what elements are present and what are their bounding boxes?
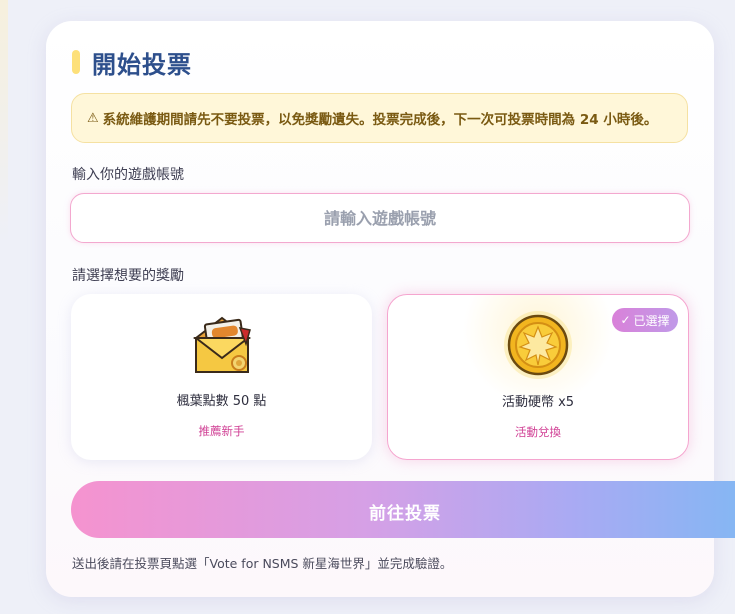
title-accent-bar [72, 50, 80, 74]
account-input[interactable] [70, 193, 690, 243]
warning-icon: ⚠ [87, 110, 99, 126]
event-coin-icon [504, 311, 572, 379]
page-title: 開始投票 [72, 46, 192, 79]
reward-option-maple-points[interactable]: 楓葉點數 50 點 推薦新手 [71, 294, 372, 460]
page-title-text: 開始投票 [92, 50, 192, 79]
footnote: 送出後請在投票頁點選「Vote for NSMS 新星海世界」並完成驗證。 [72, 556, 453, 571]
warning-banner: ⚠ 系統維護期間請先不要投票，以免獎勵遺失。投票完成後，下一次可投票時間為 24… [71, 93, 688, 143]
maple-points-envelope-icon [192, 316, 251, 373]
reward-name: 楓葉點數 50 點 [176, 394, 267, 409]
reward-label: 請選擇想要的獎勵 [72, 268, 184, 284]
vote-button-label: 前往投票 [369, 504, 441, 524]
warning-text: 系統維護期間請先不要投票，以免獎勵遺失。投票完成後，下一次可投票時間為 24 小… [102, 112, 658, 128]
selected-badge-label: 已選擇 [633, 313, 670, 328]
reward-name: 活動硬幣 x5 [501, 395, 575, 410]
account-label: 輸入你的遊戲帳號 [72, 167, 184, 183]
check-icon: ✓ [620, 313, 631, 327]
background-edge [0, 0, 8, 614]
reward-tag: 活動兌換 [515, 425, 561, 439]
reward-tag: 推薦新手 [198, 424, 245, 438]
vote-button[interactable]: 前往投票 [71, 481, 735, 538]
selected-badge: ✓ 已選擇 [612, 308, 678, 332]
reward-option-event-coin[interactable]: ✓ 已選擇 活動硬幣 x5 活動兌換 [387, 294, 689, 460]
